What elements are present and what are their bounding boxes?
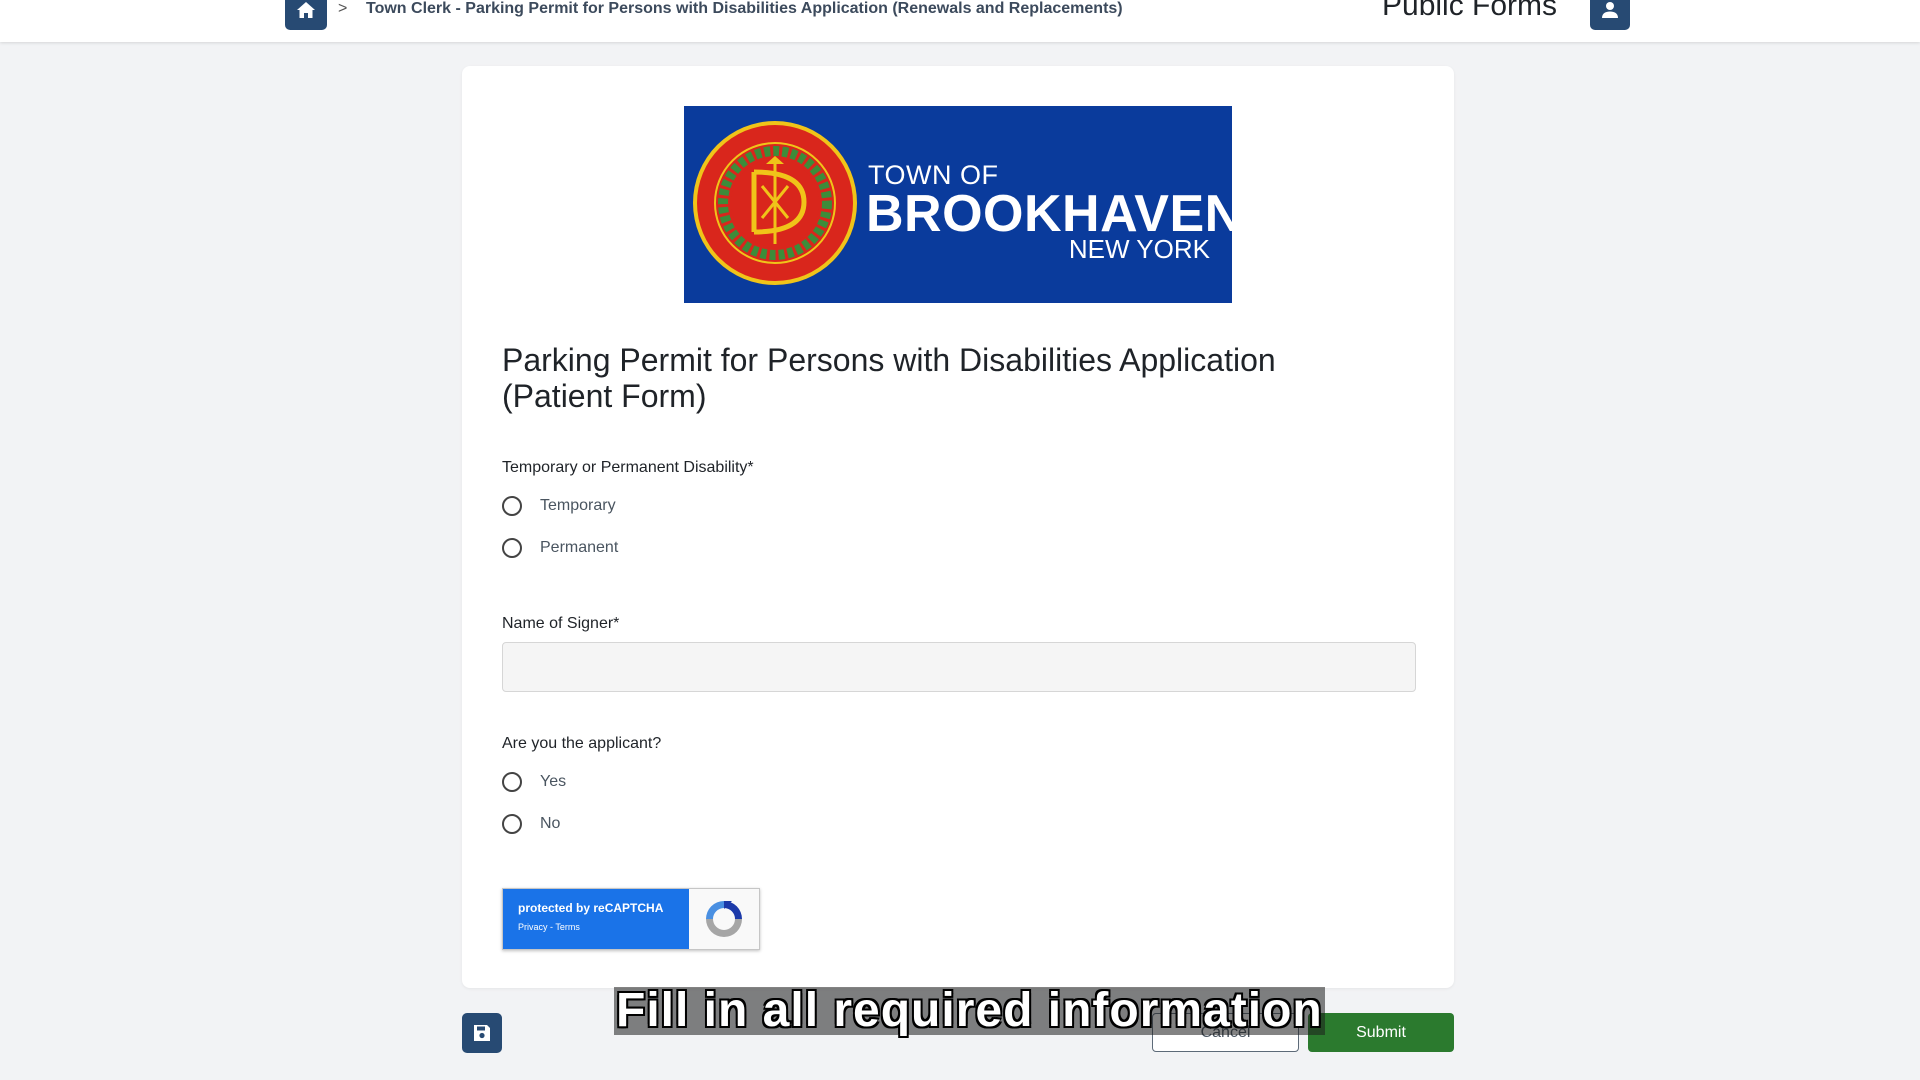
radio-label-yes: Yes	[540, 773, 567, 790]
radio-no[interactable]: No	[502, 812, 560, 836]
signer-name-label: Name of Signer*	[502, 615, 620, 632]
breadcrumb-separator: >	[338, 0, 348, 17]
radio-label-temporary: Temporary	[540, 497, 616, 514]
radio-yes[interactable]: Yes	[502, 770, 566, 794]
recaptcha-logo	[689, 889, 759, 949]
recaptcha-protected-text: protected by reCAPTCHA	[518, 901, 664, 915]
town-seal-logo	[693, 121, 857, 285]
home-button[interactable]	[285, 0, 327, 30]
top-bar: > Town Clerk - Parking Permit for Person…	[0, 0, 1920, 42]
form-title: Parking Permit for Persons with Disabili…	[502, 342, 1276, 414]
user-icon	[1602, 2, 1618, 18]
radio-label-no: No	[540, 815, 561, 832]
radio-label-permanent: Permanent	[540, 539, 619, 556]
radio-permanent[interactable]: Permanent	[502, 536, 618, 560]
recaptcha-icon	[706, 901, 742, 937]
radio-circle[interactable]	[502, 496, 522, 516]
radio-temporary[interactable]: Temporary	[502, 494, 616, 518]
disability-type-label: Temporary or Permanent Disability*	[502, 459, 754, 476]
save-draft-button[interactable]	[462, 1013, 502, 1053]
recaptcha-links[interactable]: Privacy - Terms	[518, 922, 689, 932]
save-icon	[474, 1025, 490, 1041]
user-menu-button[interactable]	[1590, 0, 1630, 30]
radio-circle[interactable]	[502, 814, 522, 834]
signer-name-input[interactable]	[502, 642, 1416, 692]
recaptcha-badge[interactable]: protected by reCAPTCHA Privacy - Terms	[502, 888, 760, 950]
breadcrumb-current[interactable]: Town Clerk - Parking Permit for Persons …	[366, 0, 1123, 18]
brand-title[interactable]: Public Forms	[1382, 0, 1557, 24]
submit-button[interactable]: Submit	[1308, 1013, 1454, 1052]
radio-circle[interactable]	[502, 538, 522, 558]
home-icon	[297, 2, 315, 18]
town-banner: TOWN OF BROOKHAVEN NEW YORK	[684, 106, 1232, 303]
recaptcha-info: protected by reCAPTCHA Privacy - Terms	[503, 889, 689, 949]
form-card: TOWN OF BROOKHAVEN NEW YORK Parking Perm…	[462, 66, 1454, 988]
banner-state: NEW YORK	[1068, 234, 1210, 264]
radio-circle[interactable]	[502, 772, 522, 792]
caption-overlay: Fill in all required information	[614, 984, 1325, 1037]
applicant-question-label: Are you the applicant?	[502, 735, 662, 752]
